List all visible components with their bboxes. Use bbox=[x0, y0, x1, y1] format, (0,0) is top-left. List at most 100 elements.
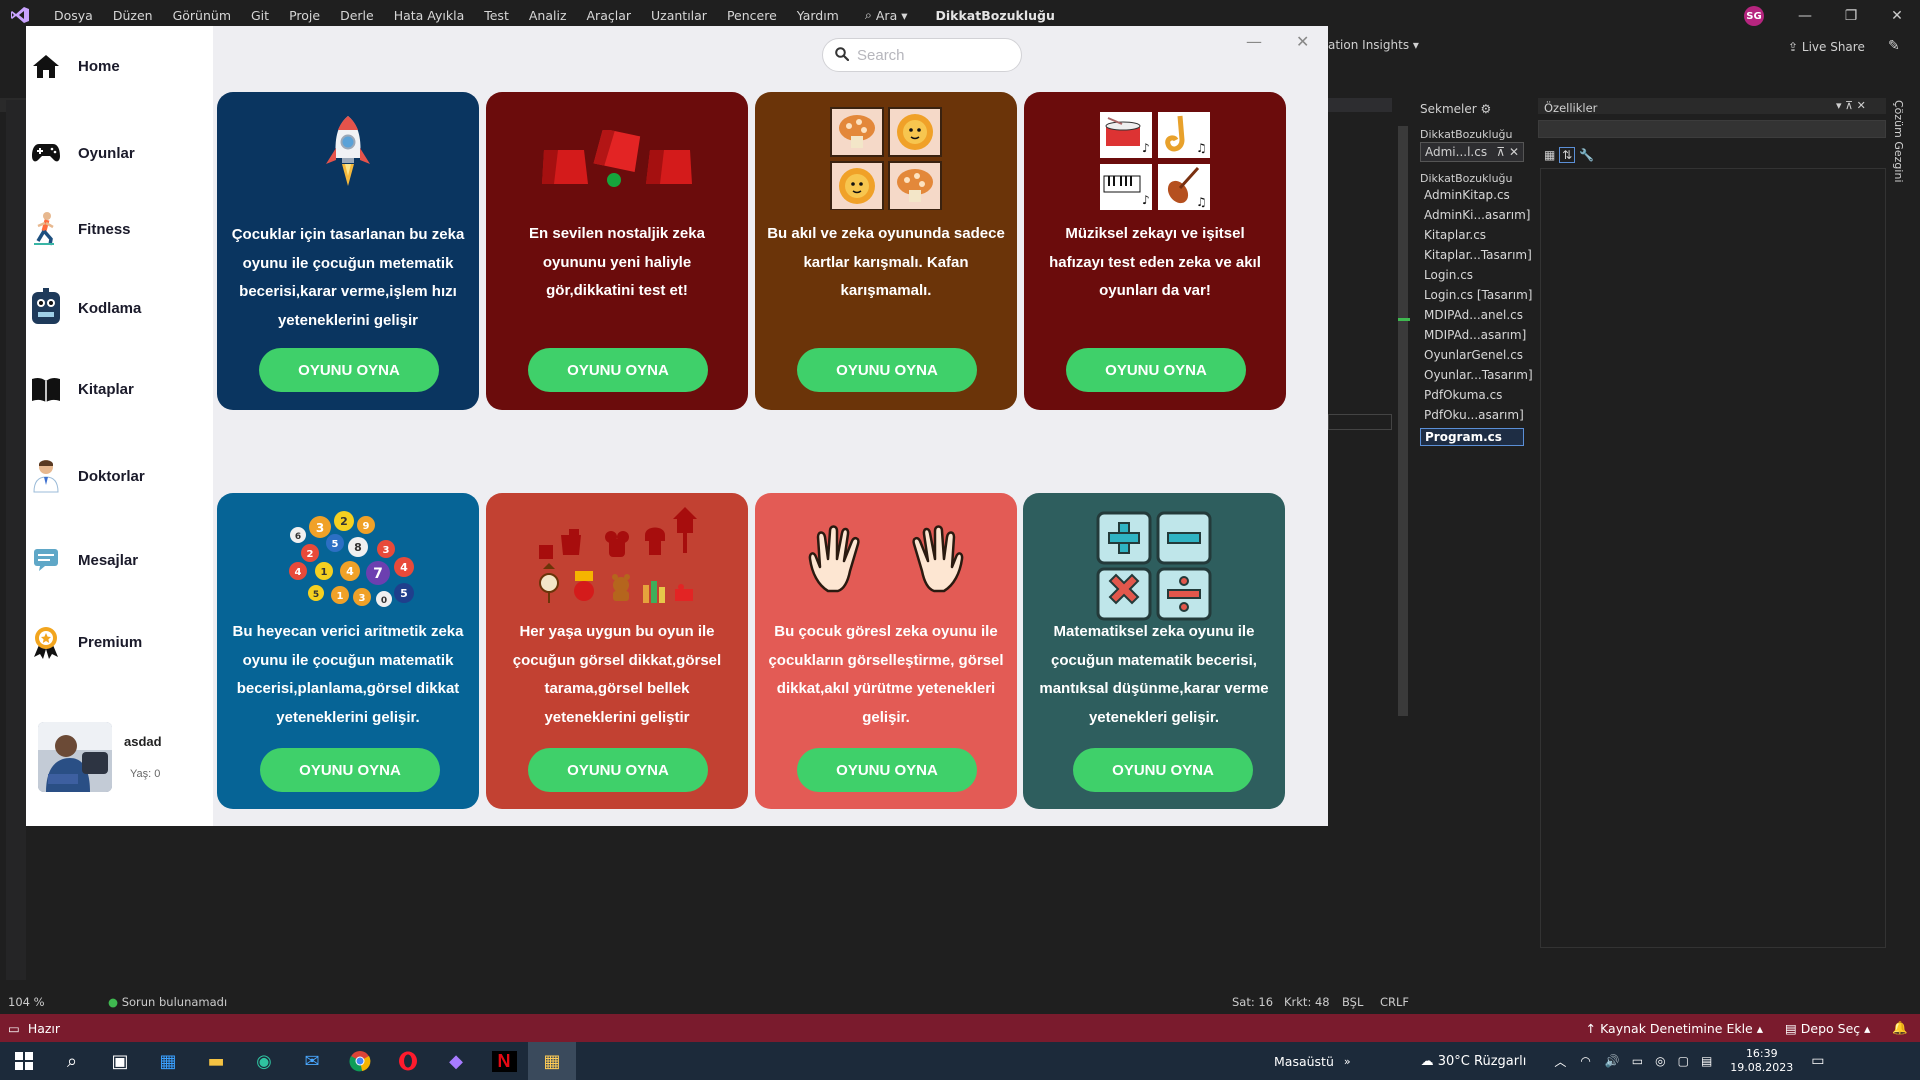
solution-file-item[interactable]: Kitaplar...Tasarım] bbox=[1424, 248, 1532, 262]
repo-select-button[interactable]: ▤ Depo Seç ▴ bbox=[1785, 1021, 1870, 1036]
nav-fitness[interactable]: Fitness bbox=[24, 203, 194, 255]
wifi-icon[interactable]: ◠ bbox=[1580, 1054, 1590, 1068]
editor-scrollbar[interactable] bbox=[1398, 126, 1408, 716]
solution-file-item[interactable]: MDIPAd...asarım] bbox=[1424, 328, 1526, 342]
close-icon[interactable]: ✕ bbox=[1857, 99, 1866, 112]
close-tab-icon[interactable]: ✕ bbox=[1509, 145, 1519, 159]
clock[interactable]: 16:39 19.08.2023 bbox=[1730, 1047, 1793, 1075]
play-button-card-2[interactable]: OYUNU OYNA bbox=[528, 348, 708, 392]
solution-file-item[interactable]: Program.cs bbox=[1420, 428, 1524, 446]
play-button-card-6[interactable]: OYUNU OYNA bbox=[528, 748, 708, 792]
menu-tools[interactable]: Araçlar bbox=[577, 8, 642, 23]
mail-icon[interactable]: ✉ bbox=[288, 1042, 336, 1080]
visual-studio-taskbar-icon[interactable]: ◆ bbox=[432, 1042, 480, 1080]
keyboard-icon[interactable]: ▤ bbox=[1701, 1054, 1712, 1068]
solution-file-item[interactable]: PdfOku...asarım] bbox=[1424, 408, 1524, 422]
search-input[interactable] bbox=[857, 46, 997, 64]
play-button-card-5[interactable]: OYUNU OYNA bbox=[260, 748, 440, 792]
solution-file-item[interactable]: PdfOkuma.cs bbox=[1424, 388, 1502, 402]
restore-icon[interactable]: ❐ bbox=[1828, 8, 1874, 24]
solution-file-item[interactable]: Login.cs bbox=[1424, 268, 1473, 282]
vs-search-button[interactable]: ⌕ Ara ▾ bbox=[855, 7, 918, 23]
menu-test[interactable]: Test bbox=[474, 8, 519, 23]
menu-debug[interactable]: Hata Ayıkla bbox=[384, 8, 475, 23]
nav-kodlama[interactable]: Kodlama bbox=[24, 282, 194, 334]
start-windows-icon[interactable] bbox=[0, 1042, 48, 1080]
tray-chevron-up-icon[interactable]: ︿ bbox=[1554, 1053, 1566, 1070]
solution-file-item[interactable]: Kitaplar.cs bbox=[1424, 228, 1486, 242]
file-explorer-icon[interactable]: ▬ bbox=[192, 1042, 240, 1080]
solution-file-item[interactable]: Oyunlar...Tasarım] bbox=[1424, 368, 1533, 382]
menu-view[interactable]: Görünüm bbox=[163, 8, 241, 23]
winforms-app-icon[interactable]: ▦ bbox=[528, 1042, 576, 1080]
line-ending[interactable]: CRLF bbox=[1380, 995, 1409, 1009]
pin-icon[interactable]: ⊼ bbox=[1496, 145, 1505, 159]
desktop-toolbar-label[interactable]: Masaüstü bbox=[1274, 1054, 1334, 1069]
volume-icon[interactable]: 🔊 bbox=[1605, 1054, 1620, 1068]
alphabetical-icon[interactable]: ⇅ bbox=[1559, 147, 1576, 163]
live-share-button[interactable]: ⇪ Live Share bbox=[1788, 40, 1865, 54]
notification-center-icon[interactable]: ▭ bbox=[1811, 1053, 1824, 1069]
properties-object-select[interactable] bbox=[1538, 120, 1886, 138]
notifications-icon[interactable]: 🔔 bbox=[1892, 1020, 1908, 1036]
close-icon[interactable]: ✕ bbox=[1874, 8, 1920, 24]
play-button-card-7[interactable]: OYUNU OYNA bbox=[797, 748, 977, 792]
source-control-button[interactable]: ↑ Kaynak Denetimine Ekle ▴ bbox=[1586, 1021, 1763, 1036]
menu-file[interactable]: Dosya bbox=[44, 8, 103, 23]
solution-file-item[interactable]: AdminKi...asarım] bbox=[1424, 208, 1531, 222]
chevron-right-icon[interactable]: » bbox=[1344, 1055, 1351, 1068]
menu-edit[interactable]: Düzen bbox=[103, 8, 163, 23]
tray-app-icon[interactable]: ◎ bbox=[1655, 1054, 1665, 1068]
play-button-card-3[interactable]: OYUNU OYNA bbox=[797, 348, 977, 392]
play-button-card-8[interactable]: OYUNU OYNA bbox=[1073, 748, 1253, 792]
feedback-icon[interactable]: ✎ bbox=[1888, 38, 1900, 54]
menu-window[interactable]: Pencere bbox=[717, 8, 787, 23]
weather-widget[interactable]: ☁ 30°C Rüzgarlı bbox=[1421, 1054, 1527, 1069]
app-search-box[interactable] bbox=[822, 38, 1022, 72]
solution-file-item[interactable]: AdminKitap.cs bbox=[1424, 188, 1510, 202]
categorized-icon[interactable]: ▦ bbox=[1544, 148, 1555, 162]
issues-indicator[interactable]: ● Sorun bulunamadı bbox=[108, 995, 227, 1009]
dropdown-icon[interactable]: ▾ bbox=[1836, 99, 1842, 112]
nav-kitaplar[interactable]: Kitaplar bbox=[24, 363, 194, 415]
solution-explorer-tab[interactable]: Çözüm Gezgini bbox=[1892, 100, 1905, 183]
chrome-icon[interactable] bbox=[336, 1042, 384, 1080]
minimize-icon[interactable]: — bbox=[1782, 8, 1828, 24]
user-avatar[interactable]: SG bbox=[1744, 6, 1764, 26]
output-window-icon[interactable]: ▭ bbox=[8, 1021, 20, 1036]
pin-icon[interactable]: ⊼ bbox=[1845, 99, 1853, 112]
solution-file-item[interactable]: Login.cs [Tasarım] bbox=[1424, 288, 1532, 302]
nav-oyunlar[interactable]: Oyunlar bbox=[24, 127, 194, 179]
store-icon[interactable]: ▦ bbox=[144, 1042, 192, 1080]
tray-monitor-icon[interactable]: ▢ bbox=[1678, 1054, 1689, 1068]
menu-help[interactable]: Yardım bbox=[787, 8, 849, 23]
solution-file-item[interactable]: MDIPAd...anel.cs bbox=[1424, 308, 1523, 322]
insert-mode[interactable]: BŞL bbox=[1342, 995, 1363, 1009]
nav-mesajlar[interactable]: Mesajlar bbox=[24, 534, 194, 586]
task-view-icon[interactable]: ▣ bbox=[96, 1042, 144, 1080]
play-button-card-4[interactable]: OYUNU OYNA bbox=[1066, 348, 1246, 392]
nav-doktorlar[interactable]: Doktorlar bbox=[24, 450, 194, 502]
edge-icon[interactable]: ◉ bbox=[240, 1042, 288, 1080]
netflix-icon[interactable]: N bbox=[480, 1042, 528, 1080]
menu-git[interactable]: Git bbox=[241, 8, 279, 23]
taskbar-search-icon[interactable]: ⌕ bbox=[48, 1042, 96, 1080]
profile-photo[interactable] bbox=[38, 722, 112, 792]
opera-icon[interactable] bbox=[384, 1042, 432, 1080]
nav-home[interactable]: Home bbox=[24, 40, 194, 92]
battery-icon[interactable]: ▭ bbox=[1632, 1054, 1643, 1068]
nav-premium[interactable]: Premium bbox=[24, 616, 194, 668]
insights-label[interactable]: ation Insights ▾ bbox=[1328, 38, 1419, 52]
app-close-icon[interactable]: ✕ bbox=[1296, 32, 1309, 51]
app-minimize-icon[interactable]: — bbox=[1246, 32, 1262, 51]
active-tab-entry[interactable]: Admi...l.cs ⊼ ✕ bbox=[1420, 142, 1524, 162]
solution-file-item[interactable]: OyunlarGenel.cs bbox=[1424, 348, 1523, 362]
menu-project[interactable]: Proje bbox=[279, 8, 330, 23]
visual-studio-logo-icon[interactable] bbox=[8, 6, 32, 24]
menu-analyze[interactable]: Analiz bbox=[519, 8, 577, 23]
menu-build[interactable]: Derle bbox=[330, 8, 384, 23]
menu-extensions[interactable]: Uzantılar bbox=[641, 8, 717, 23]
wrench-icon[interactable]: 🔧 bbox=[1579, 148, 1594, 162]
zoom-level[interactable]: 104 % bbox=[8, 995, 45, 1009]
play-button-card-1[interactable]: OYUNU OYNA bbox=[259, 348, 439, 392]
